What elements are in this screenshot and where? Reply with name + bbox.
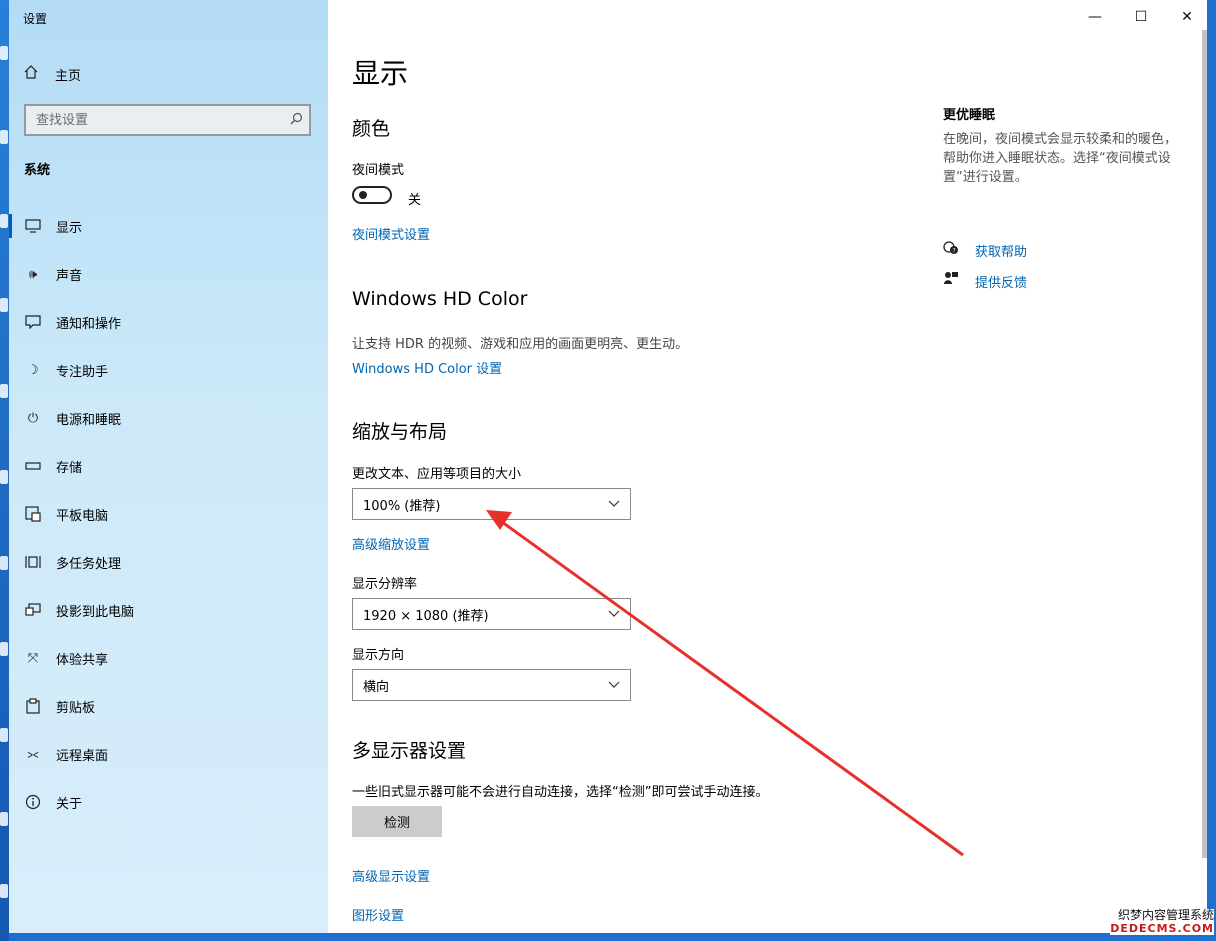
speaker-icon: 🕪 [28,266,38,282]
home-icon [23,64,39,84]
search-input[interactable] [26,111,283,129]
color-heading: 颜色 [352,118,391,140]
sidebar-item-label: 平板电脑 [56,508,109,524]
info-icon [24,793,42,811]
projection-icon [24,601,42,619]
multi-display-heading: 多显示器设置 [352,740,467,762]
notification-icon [24,313,42,331]
hdr-heading: Windows HD Color [352,288,528,310]
sidebar-item-label: 声音 [56,268,83,284]
power-icon: ⏻ [27,410,39,426]
resolution-dropdown[interactable]: 1920 × 1080 (推荐) [352,598,631,630]
desktop-edge [0,0,9,941]
minimize-button[interactable]: — [1080,6,1110,28]
sidebar-item-label: 电源和睡眠 [56,412,122,428]
home-nav-item[interactable]: 主页 [23,64,81,84]
multi-display-description: 一些旧式显示器可能不会进行自动连接，选择“检测”即可尝试手动连接。 [352,785,769,800]
close-button[interactable]: ✕ [1172,6,1202,28]
advanced-display-settings-link[interactable]: 高级显示设置 [352,866,430,885]
night-mode-label: 夜间模式 [352,163,405,178]
feedback-icon [943,271,961,291]
sidebar-item-label: 投影到此电脑 [56,604,135,620]
sidebar-item-notifications[interactable]: 通知和操作 [9,298,328,346]
tablet-icon [24,505,42,523]
search-box[interactable] [24,104,311,136]
chevron-down-icon [608,607,620,621]
scrollbar[interactable] [1202,30,1207,858]
sidebar-nav: 显示 🕪 声音 通知和操作 ☽ 专注助手 ⏻ 电源和睡眠 存储 平板电脑 多任务… [9,202,328,826]
sidebar-item-multitasking[interactable]: 多任务处理 [9,538,328,586]
sidebar: 设置 主页 系统 显示 🕪 声音 通知和操作 [9,0,328,933]
get-help-label: 获取帮助 [975,244,1028,260]
scale-dropdown-value: 100% (推荐) [363,498,441,514]
sidebar-item-about[interactable]: 关于 [9,778,328,826]
graphics-settings-link[interactable]: 图形设置 [352,905,404,924]
multitask-icon [24,553,42,571]
main-content: — ☐ ✕ 显示 颜色 夜间模式 关 夜间模式设置 Windows HD Col… [328,0,1207,933]
sidebar-item-shared-experiences[interactable]: ⤧ 体验共享 [9,634,328,682]
section-label-system: 系统 [24,163,51,178]
svg-text:?: ? [953,248,956,255]
scale-size-label: 更改文本、应用等项目的大小 [352,467,522,482]
right-panel-title: 更优睡眠 [943,108,996,123]
share-icon: ⤧ [27,650,39,666]
maximize-button[interactable]: ☐ [1126,6,1156,28]
search-icon[interactable] [283,112,309,129]
give-feedback-link[interactable]: 提供反馈 [943,271,1027,291]
resolution-label: 显示分辨率 [352,577,418,592]
settings-window: 设置 主页 系统 显示 🕪 声音 通知和操作 [9,0,1207,933]
night-mode-toggle[interactable] [352,186,392,204]
page-title: 显示 [352,57,409,90]
detect-button[interactable]: 检测 [352,806,442,837]
help-chat-icon: ? [943,240,961,260]
orientation-dropdown[interactable]: 横向 [352,669,631,701]
sidebar-item-focus-assist[interactable]: ☽ 专注助手 [9,346,328,394]
scale-heading: 缩放与布局 [352,421,448,443]
chevron-down-icon [608,678,620,692]
night-mode-state: 关 [408,193,422,208]
sidebar-item-sound[interactable]: 🕪 声音 [9,250,328,298]
remote-icon: ⪥ [27,746,39,762]
monitor-icon [24,217,42,235]
clipboard-icon [24,697,42,715]
sidebar-item-label: 体验共享 [56,652,109,668]
watermark: 织梦内容管理系统 DEDECMS.COM [1110,909,1214,935]
home-label: 主页 [55,68,82,84]
sidebar-item-power[interactable]: ⏻ 电源和睡眠 [9,394,328,442]
night-mode-settings-link[interactable]: 夜间模式设置 [352,224,430,243]
watermark-line2: DEDECMS.COM [1110,922,1214,935]
sidebar-item-label: 剪贴板 [56,700,96,716]
resolution-dropdown-value: 1920 × 1080 (推荐) [363,608,489,624]
right-panel-description: 在晚间，夜间模式会显示较柔和的暖色，帮助你进入睡眠状态。选择“夜间模式设置”进行… [943,132,1178,185]
sidebar-item-label: 关于 [56,796,83,812]
sidebar-item-label: 专注助手 [56,364,109,380]
sidebar-item-label: 远程桌面 [56,748,109,764]
storage-icon [24,457,42,475]
sidebar-item-storage[interactable]: 存储 [9,442,328,490]
sidebar-item-projection[interactable]: 投影到此电脑 [9,586,328,634]
chevron-down-icon [608,497,620,511]
orientation-label: 显示方向 [352,648,405,663]
sidebar-item-tablet[interactable]: 平板电脑 [9,490,328,538]
get-help-link[interactable]: ? 获取帮助 [943,240,1027,260]
sidebar-item-label: 通知和操作 [56,316,122,332]
app-title: 设置 [23,12,48,26]
hdr-description: 让支持 HDR 的视频、游戏和应用的画面更明亮、更生动。 [352,337,689,352]
sidebar-item-clipboard[interactable]: 剪贴板 [9,682,328,730]
moon-icon: ☽ [27,362,39,378]
sidebar-item-label: 多任务处理 [56,556,122,572]
give-feedback-label: 提供反馈 [975,275,1028,291]
orientation-dropdown-value: 横向 [363,679,390,695]
sidebar-item-remote-desktop[interactable]: ⪥ 远程桌面 [9,730,328,778]
hdr-settings-link[interactable]: Windows HD Color 设置 [352,358,502,377]
sidebar-item-display[interactable]: 显示 [9,202,328,250]
sidebar-item-label: 存储 [56,460,83,476]
watermark-line1: 织梦内容管理系统 [1110,909,1214,922]
scale-dropdown[interactable]: 100% (推荐) [352,488,631,520]
advanced-scaling-link[interactable]: 高级缩放设置 [352,534,430,553]
sidebar-item-label: 显示 [56,220,83,236]
